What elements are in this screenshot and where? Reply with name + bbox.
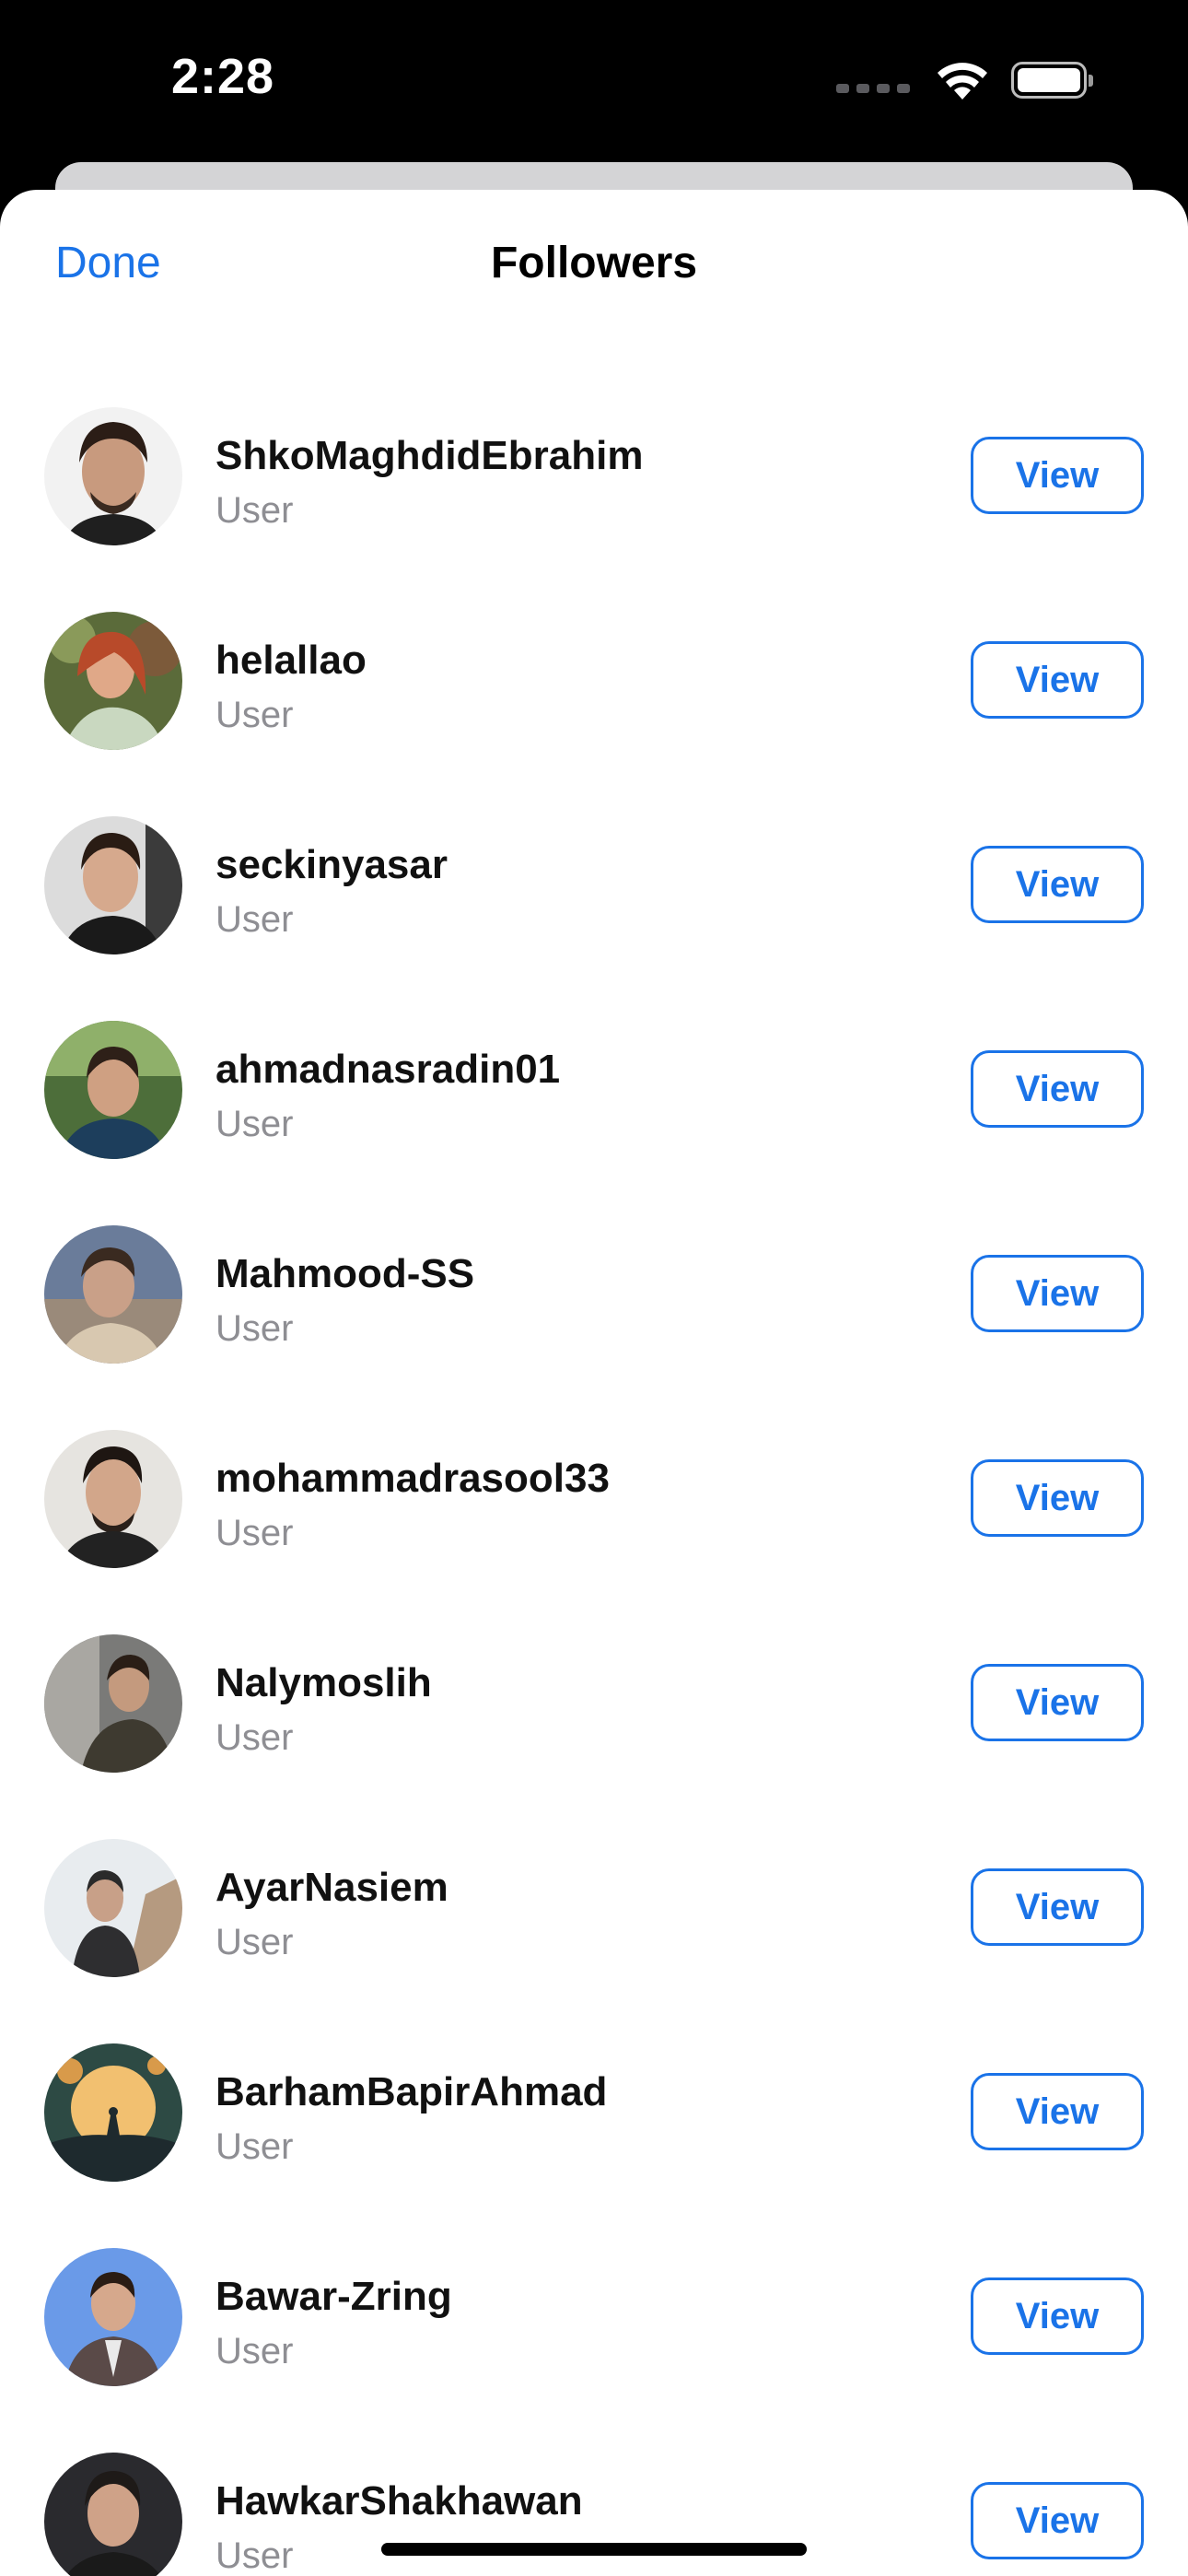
view-button[interactable]: View	[971, 1255, 1144, 1332]
list-item[interactable]: AyarNasiem User View	[0, 1811, 1188, 2016]
avatar	[44, 816, 182, 954]
cellular-dots-icon	[836, 84, 910, 93]
follower-name: seckinyasar	[215, 842, 448, 887]
status-icons	[836, 59, 1093, 101]
avatar	[44, 2248, 182, 2386]
status-time: 2:28	[171, 49, 275, 104]
page-title: Followers	[490, 239, 698, 287]
status-bar: 2:28	[0, 0, 1188, 166]
follower-role: User	[215, 695, 294, 735]
follower-role: User	[215, 899, 294, 940]
list-item[interactable]: helallao User View	[0, 584, 1188, 789]
follower-name: ShkoMaghdidEbrahim	[215, 433, 644, 478]
view-button[interactable]: View	[971, 1664, 1144, 1741]
battery-icon	[1011, 62, 1093, 99]
follower-name: Nalymoslih	[215, 1660, 432, 1705]
follower-name: BarhamBapirAhmad	[215, 2069, 608, 2114]
view-button[interactable]: View	[971, 1459, 1144, 1537]
avatar	[44, 1839, 182, 1977]
nav-bar: Done Followers	[0, 190, 1188, 352]
list-item[interactable]: ahmadnasradin01 User View	[0, 993, 1188, 1198]
follower-role: User	[215, 1717, 294, 1758]
follower-role: User	[215, 1104, 294, 1144]
view-button[interactable]: View	[971, 2482, 1144, 2559]
follower-role: User	[215, 2126, 294, 2167]
view-button[interactable]: View	[971, 2073, 1144, 2150]
avatar	[44, 1430, 182, 1568]
avatar	[44, 2043, 182, 2182]
follower-name: mohammadrasool33	[215, 1456, 610, 1501]
avatar	[44, 1225, 182, 1364]
view-button[interactable]: View	[971, 2277, 1144, 2355]
home-indicator[interactable]	[381, 2543, 807, 2556]
list-item[interactable]: Mahmood-SS User View	[0, 1198, 1188, 1402]
follower-role: User	[215, 490, 294, 531]
avatar	[44, 2453, 182, 2576]
follower-role: User	[215, 1308, 294, 1349]
avatar	[44, 1021, 182, 1159]
list-item[interactable]: seckinyasar User View	[0, 789, 1188, 993]
view-button[interactable]: View	[971, 437, 1144, 514]
view-button[interactable]: View	[971, 1868, 1144, 1946]
followers-sheet: Done Followers ShkoMaghdidEbrahim User V…	[0, 190, 1188, 2576]
view-button[interactable]: View	[971, 846, 1144, 923]
list-item[interactable]: BarhamBapirAhmad User View	[0, 2016, 1188, 2220]
follower-name: AyarNasiem	[215, 1865, 448, 1910]
follower-role: User	[215, 1922, 294, 1962]
view-button[interactable]: View	[971, 1050, 1144, 1128]
avatar	[44, 612, 182, 750]
follower-role: User	[215, 2331, 294, 2371]
wifi-icon	[938, 63, 987, 100]
list-item[interactable]: Nalymoslih User View	[0, 1607, 1188, 1811]
list-item[interactable]: ShkoMaghdidEbrahim User View	[0, 380, 1188, 584]
view-button[interactable]: View	[971, 641, 1144, 719]
avatar	[44, 407, 182, 545]
list-item[interactable]: mohammadrasool33 User View	[0, 1402, 1188, 1607]
follower-name: HawkarShakhawan	[215, 2478, 583, 2523]
follower-role: User	[215, 1513, 294, 1553]
avatar	[44, 1634, 182, 1773]
follower-name: Bawar-Zring	[215, 2274, 452, 2319]
follower-name: Mahmood-SS	[215, 1251, 475, 1296]
list-item[interactable]: Bawar-Zring User View	[0, 2220, 1188, 2425]
follower-name: helallao	[215, 638, 367, 683]
follower-role: User	[215, 2535, 294, 2576]
follower-name: ahmadnasradin01	[215, 1047, 561, 1092]
